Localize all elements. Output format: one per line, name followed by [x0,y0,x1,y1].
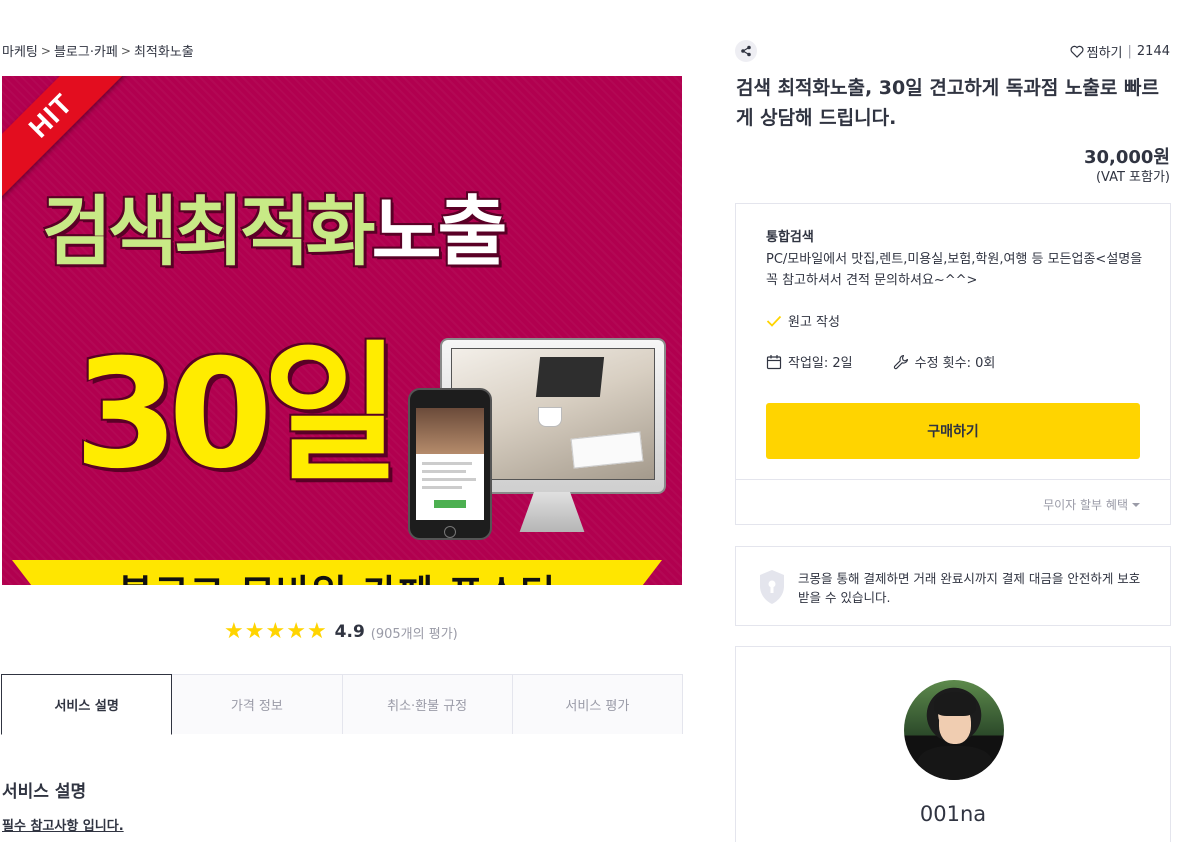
rating-summary: ★ ★ ★ ★ ★ 4.9 (905개의 평가) [224,620,458,644]
chevron-right-icon: > [120,43,131,58]
package-meta: 작업일: 2일 수정 횟수: 0회 [766,352,995,371]
tab-price-info[interactable]: 가격 정보 [172,674,343,734]
rating-score: 4.9 [334,622,365,642]
wishlist-button[interactable]: 찜하기 | 2144 [1070,42,1170,61]
product-title: 검색 최적화노출, 30일 견고하게 독과점 노출로 빠르게 상담해 드립니다. [736,77,1159,129]
package-feature: 원고 작성 [766,311,840,330]
package-name: 통합검색 [766,230,814,245]
service-main-image: HIT 검색최적화노출 30일 블로그 모바일 카페 포스터 [2,76,682,585]
share-button[interactable] [735,40,757,62]
revision-count: 수정 횟수: 0회 [893,352,996,371]
star-icon: ★ [224,619,244,644]
shield-icon [760,570,784,604]
banner-title-part2: 노출 [371,187,508,276]
breadcrumb: 마케팅 > 블로그·카페 > 최적화노출 [2,41,194,61]
star-icon: ★ [265,619,286,644]
caret-down-icon [1132,502,1140,507]
banner-strip-text: 블로그 모바일 카페 포스터 [12,560,662,585]
heart-icon [1070,45,1084,58]
rating-count: (905개의 평가) [370,626,458,642]
required-note-heading: 필수 참고사항 입니다. [2,819,124,834]
breadcrumb-item-blog-cafe[interactable]: 블로그·카페 [54,41,118,60]
package-box: 통합검색 PC/모바일에서 맛집,렌트,미용실,보험,학원,여행 등 모든업종<… [735,203,1171,525]
installment-label: 무이자 할부 혜택 [1043,498,1128,512]
package-description: PC/모바일에서 맛집,렌트,미용실,보험,학원,여행 등 모든업종<설명을 꼭… [766,252,1143,288]
seller-name[interactable]: 001na [736,802,1170,826]
divider [736,479,1170,480]
divider: | [1127,44,1132,59]
wishlist-count: 2144 [1136,44,1170,59]
installment-benefit-toggle[interactable]: 무이자 할부 혜택 [1043,496,1140,513]
banner-days: 30일 [74,328,401,502]
banner-title: 검색최적화노출 [42,194,642,270]
buy-button[interactable]: 구매하기 [766,403,1140,459]
check-icon [766,315,782,327]
secure-payment-text: 크몽을 통해 결제하면 거래 완료시까지 결제 대금을 안전하게 보호 받을 수… [798,571,1141,605]
star-icon: ★ [244,619,265,644]
work-days: 작업일: 2일 [766,352,853,371]
hit-ribbon: HIT [2,76,134,199]
breadcrumb-item-marketing[interactable]: 마케팅 [2,41,38,60]
star-icon: ★ [286,619,306,644]
chevron-right-icon: > [40,43,51,58]
seller-card: 001na [735,646,1171,842]
wishlist-label: 찜하기 [1086,46,1123,61]
star-icon: ★ [306,619,327,644]
phone-illustration [408,388,492,540]
tab-bar: 서비스 설명 가격 정보 취소·환불 규정 서비스 평가 [1,674,683,735]
tab-refund-policy[interactable]: 취소·환불 규정 [342,674,513,734]
section-title: 서비스 설명 [2,782,87,802]
rating-stars: ★ ★ ★ ★ ★ [224,620,327,644]
banner-title-part1: 검색최적화 [42,187,376,276]
monitor-stand [519,492,585,532]
wrench-icon [893,354,908,369]
vat-note: (VAT 포함가) [1095,170,1170,185]
package-feature-label: 원고 작성 [788,315,840,330]
calendar-icon [766,354,782,369]
seller-avatar[interactable] [904,680,1004,780]
share-icon [741,45,751,57]
breadcrumb-item-optimization[interactable]: 최적화노출 [134,41,194,60]
tab-service-reviews[interactable]: 서비스 평가 [512,674,683,734]
tab-service-description[interactable]: 서비스 설명 [1,674,173,735]
revision-count-label: 수정 횟수: 0회 [914,356,996,371]
secure-payment-notice: 크몽을 통해 결제하면 거래 완료시까지 결제 대금을 안전하게 보호 받을 수… [735,546,1171,626]
work-days-label: 작업일: 2일 [788,356,853,371]
